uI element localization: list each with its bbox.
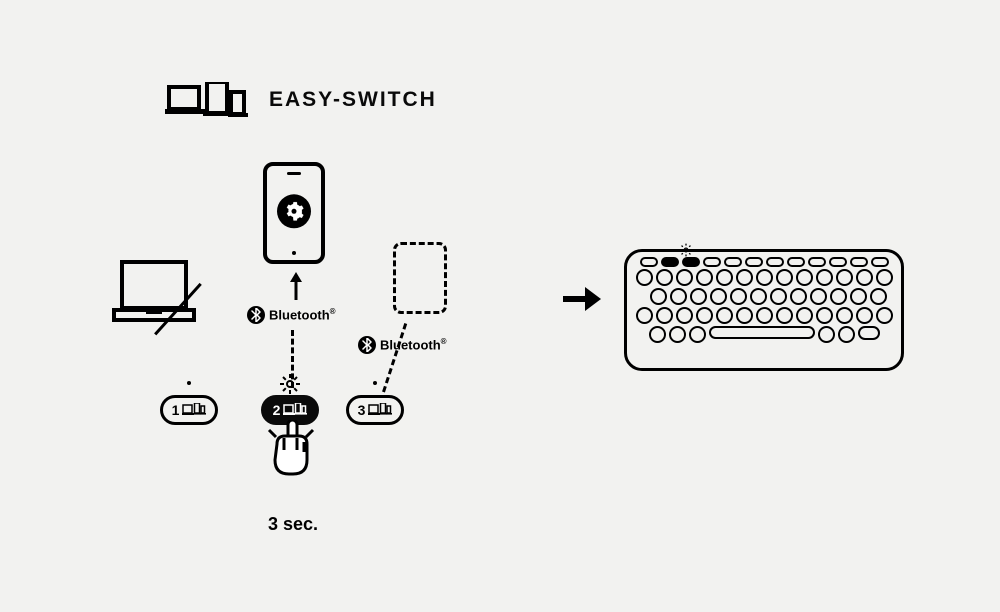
press-duration-label: 3 sec. bbox=[268, 514, 318, 535]
bluetooth-icon bbox=[358, 336, 376, 354]
devices-mini-icon bbox=[368, 403, 392, 417]
laptop-icon bbox=[112, 260, 196, 329]
devices-mini-icon bbox=[182, 403, 206, 417]
key-number: 3 bbox=[358, 402, 366, 418]
connector-line-dashed-2 bbox=[382, 323, 407, 392]
keyboard-row bbox=[635, 288, 893, 305]
easy-switch-key-1[interactable]: 1 bbox=[160, 395, 218, 425]
page-title: EASY-SWITCH bbox=[269, 88, 437, 112]
keyboard-row bbox=[635, 307, 893, 324]
keyboard-row bbox=[635, 257, 893, 267]
placeholder-device-icon bbox=[393, 242, 447, 314]
keyboard-row bbox=[635, 269, 893, 286]
bluetooth-icon bbox=[247, 306, 265, 324]
bluetooth-label-1: Bluetooth bbox=[247, 306, 336, 324]
smartphone-icon bbox=[263, 162, 325, 264]
hand-press-icon bbox=[264, 420, 318, 491]
key-number: 1 bbox=[172, 402, 180, 418]
devices-mini-icon bbox=[283, 403, 307, 417]
brightness-icon bbox=[679, 243, 693, 262]
arrow-up-icon bbox=[289, 272, 303, 305]
bluetooth-text: Bluetooth bbox=[269, 307, 336, 322]
devices-icon bbox=[165, 82, 251, 118]
key-number: 2 bbox=[273, 402, 281, 418]
bluetooth-text: Bluetooth bbox=[380, 337, 447, 352]
keyboard-row bbox=[635, 326, 893, 343]
easy-switch-key-3[interactable]: 3 bbox=[346, 395, 404, 425]
arrow-right-icon bbox=[561, 284, 601, 319]
gear-icon bbox=[277, 194, 311, 228]
keyboard-icon bbox=[624, 249, 904, 371]
title-row: EASY-SWITCH bbox=[165, 82, 437, 118]
